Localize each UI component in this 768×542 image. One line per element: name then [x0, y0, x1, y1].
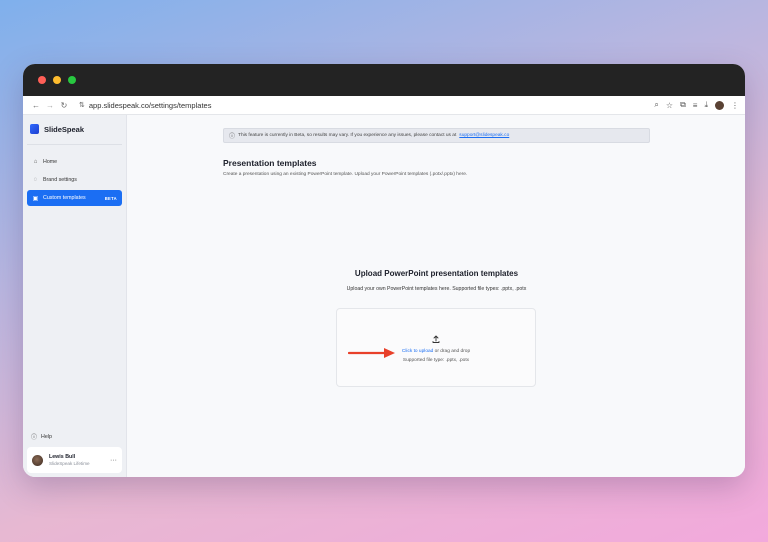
supported-file-types: Supported file type: .pptx, .potx	[402, 357, 470, 363]
main-content: ⓘ This feature is currently in Beta, so …	[127, 115, 745, 477]
site-settings-icon[interactable]: ⇅	[79, 101, 85, 109]
back-icon[interactable]: ←	[29, 101, 43, 110]
close-window-button[interactable]	[38, 76, 46, 84]
media-icon[interactable]: ≡	[693, 101, 698, 110]
address-bar[interactable]: ⇅ app.slidespeak.co/settings/templates	[79, 101, 211, 110]
user-plan: SlideSpeak Lifetime	[49, 461, 90, 466]
click-to-upload-link[interactable]: Click to upload	[402, 349, 433, 354]
slidespeak-logo-icon	[30, 124, 39, 134]
brand-name: SlideSpeak	[44, 124, 85, 134]
upload-icon	[430, 333, 442, 345]
beta-banner: ⓘ This feature is currently in Beta, so …	[223, 128, 650, 143]
browser-window: ← → ↻ ⇅ app.slidespeak.co/settings/templ…	[23, 64, 745, 477]
help-icon: ⓘ	[31, 435, 38, 441]
banner-text: This feature is currently in Beta, so re…	[238, 133, 457, 138]
page-description: Create a presentation using an existing …	[223, 172, 468, 177]
template-icon: ▣	[32, 195, 39, 202]
user-card[interactable]: Lewis Bull SlideSpeak Lifetime ···	[27, 447, 122, 473]
forward-icon[interactable]: →	[43, 101, 57, 110]
sidebar: SlideSpeak ⌂ Home ◌ Brand settings ▣ Cus…	[23, 115, 127, 477]
beta-badge: BETA	[104, 195, 117, 201]
red-arrow-icon	[348, 348, 395, 358]
zoom-icon[interactable]: ⌕	[654, 100, 658, 110]
url-text: app.slidespeak.co/settings/templates	[88, 100, 212, 110]
user-name: Lewis Bull	[49, 454, 76, 460]
dropzone-instructions: Click to upload or drag and drop	[402, 349, 470, 354]
title-bar	[23, 64, 745, 96]
palette-icon: ◌	[33, 177, 38, 183]
upload-title: Upload PowerPoint presentation templates	[354, 269, 519, 278]
bookmark-star-icon[interactable]: ☆	[666, 101, 673, 110]
maximize-window-button[interactable]	[68, 76, 76, 84]
sidebar-item-label: Custom templates	[43, 195, 86, 201]
sidebar-item-home[interactable]: ⌂ Home	[27, 154, 122, 170]
sidebar-item-brand-settings[interactable]: ◌ Brand settings	[27, 172, 122, 188]
brand[interactable]: SlideSpeak	[27, 124, 122, 145]
browser-menu-icon[interactable]: ⋮	[731, 101, 739, 110]
browser-toolbar: ← → ↻ ⇅ app.slidespeak.co/settings/templ…	[23, 96, 745, 115]
drag-drop-text: or drag and drop	[433, 348, 471, 354]
support-email-link[interactable]: support@slidespeak.co	[459, 133, 509, 138]
home-icon: ⌂	[33, 159, 38, 165]
avatar	[32, 454, 43, 466]
info-icon: ⓘ	[229, 134, 236, 140]
help-label: Help	[41, 433, 52, 440]
more-options-icon[interactable]: ···	[110, 457, 117, 464]
profile-avatar[interactable]	[715, 100, 724, 110]
help-link[interactable]: ⓘ Help	[31, 432, 52, 442]
sidebar-item-custom-templates[interactable]: ▣ Custom templates BETA	[27, 190, 122, 206]
download-icon[interactable]: ⤓	[704, 100, 708, 110]
upload-subtitle: Upload your own PowerPoint templates her…	[346, 286, 527, 292]
reload-icon[interactable]: ↻	[57, 101, 71, 110]
minimize-window-button[interactable]	[53, 76, 61, 84]
sidebar-item-label: Home	[43, 159, 58, 165]
sidebar-nav: ⌂ Home ◌ Brand settings ▣ Custom templat…	[27, 154, 122, 206]
page-title: Presentation templates	[223, 158, 317, 168]
extensions-icon[interactable]: ⧉	[680, 100, 686, 110]
sidebar-item-label: Brand settings	[43, 177, 77, 183]
